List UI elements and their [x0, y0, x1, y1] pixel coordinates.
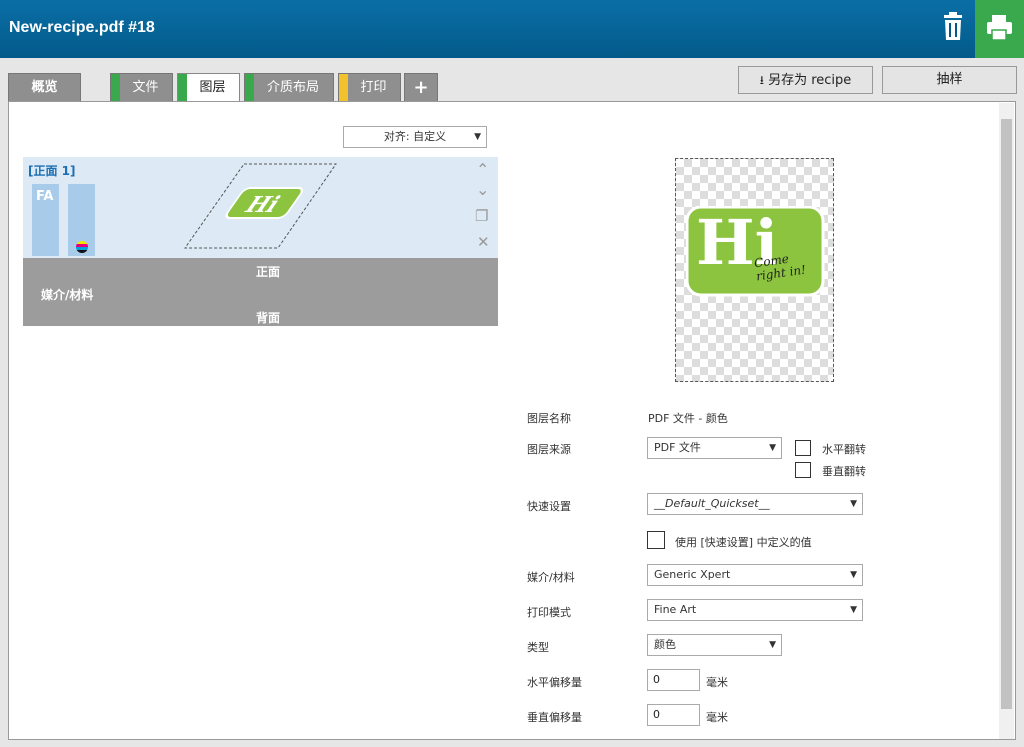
page-title: New-recipe.pdf #18	[9, 19, 155, 36]
tab-label: 介质布局	[266, 80, 319, 95]
v-offset-unit: 毫米	[706, 711, 728, 724]
flip-vertical-checkbox[interactable]	[795, 462, 811, 478]
h-offset-input[interactable]: 0	[647, 669, 700, 691]
type-select[interactable]: 颜色 ▼	[647, 634, 782, 656]
layer-source-select[interactable]: PDF 文件 ▼	[647, 437, 782, 459]
plus-icon: +	[413, 77, 429, 98]
layer-source-label: 图层来源	[527, 443, 571, 456]
trash-icon[interactable]	[934, 8, 972, 46]
print-button[interactable]	[975, 0, 1024, 58]
save-as-recipe-button[interactable]: ⭳ 另存为 recipe	[738, 66, 873, 94]
status-stripe	[245, 74, 254, 101]
tab-label: 打印	[360, 80, 387, 95]
tab-layers[interactable]: 图层	[177, 73, 240, 103]
media-back-label: 背面	[256, 311, 281, 325]
align-select[interactable]: 对齐: 自定义 ▼	[343, 126, 487, 148]
layer-name-value: PDF 文件 - 颜色	[648, 412, 728, 425]
print-mode-label: 打印模式	[527, 606, 571, 619]
printer-icon	[987, 15, 1012, 41]
select-value: Generic Xpert	[654, 568, 731, 581]
flip-horizontal-checkbox[interactable]	[795, 440, 811, 456]
close-icon[interactable]: ✕	[477, 233, 490, 251]
dropdown-arrow-icon: ▼	[769, 640, 776, 650]
media-select[interactable]: Generic Xpert ▼	[647, 564, 863, 586]
media-front-label: 正面	[256, 265, 281, 279]
status-stripe	[178, 74, 187, 103]
dropdown-arrow-icon: ▼	[769, 443, 776, 453]
quickset-label: 快速设置	[527, 500, 571, 513]
h-offset-unit: 毫米	[706, 676, 728, 689]
tab-overview[interactable]: 概览	[8, 73, 81, 101]
dropdown-arrow-icon: ▼	[474, 132, 481, 142]
tab-file[interactable]: 文件	[110, 73, 173, 101]
media-field-label: 媒介/材料	[527, 571, 575, 584]
dropdown-arrow-icon: ▼	[850, 499, 857, 509]
status-stripe	[111, 74, 120, 101]
v-offset-input[interactable]: 0	[647, 704, 700, 726]
scrollbar-thumb[interactable]	[1001, 119, 1012, 709]
select-value: PDF 文件	[654, 441, 701, 454]
media-label: 媒介/材料	[41, 288, 94, 302]
v-offset-label: 垂直偏移量	[527, 711, 582, 724]
select-value: Fine Art	[654, 603, 697, 616]
tab-label: 图层	[199, 80, 226, 95]
button-label: 抽样	[936, 72, 963, 87]
h-offset-label: 水平偏移量	[527, 676, 582, 689]
layer-thumbnail: Hi	[180, 160, 340, 255]
layer-card-title: [正面 1]	[28, 164, 76, 178]
use-quickset-checkbox[interactable]	[647, 531, 665, 549]
dropdown-arrow-icon: ▼	[850, 570, 857, 580]
select-value: __Default_Quickset__	[654, 497, 770, 510]
add-tab-button[interactable]: +	[404, 73, 438, 101]
cmyk-icon	[75, 240, 89, 257]
layer-name-label: 图层名称	[527, 412, 571, 425]
quickset-select[interactable]: __Default_Quickset__ ▼	[647, 493, 863, 515]
flip-vertical-label: 垂直翻转	[822, 465, 866, 478]
layer-bar-label: FA	[36, 189, 54, 204]
dropdown-arrow-icon: ▼	[850, 605, 857, 615]
chevron-down-icon[interactable]: ⌄	[476, 180, 489, 199]
tab-media-layout[interactable]: 介质布局	[244, 73, 334, 101]
type-label: 类型	[527, 641, 549, 654]
sample-button[interactable]: 抽样	[882, 66, 1017, 94]
download-icon: ⭳	[759, 73, 764, 87]
select-value: 对齐: 自定义	[383, 130, 447, 143]
flip-horizontal-label: 水平翻转	[822, 443, 866, 456]
tab-print[interactable]: 打印	[338, 73, 401, 101]
tab-label: 文件	[132, 80, 159, 95]
button-label: 另存为 recipe	[768, 73, 852, 88]
select-value: 颜色	[654, 638, 676, 651]
chevron-up-icon[interactable]: ⌃	[476, 160, 489, 179]
status-stripe	[339, 74, 348, 101]
use-quickset-label: 使用 [快速设置] 中定义的值	[675, 536, 812, 549]
tab-label: 概览	[31, 80, 58, 95]
copy-icon[interactable]: ❐	[475, 207, 488, 225]
print-mode-select[interactable]: Fine Art ▼	[647, 599, 863, 621]
